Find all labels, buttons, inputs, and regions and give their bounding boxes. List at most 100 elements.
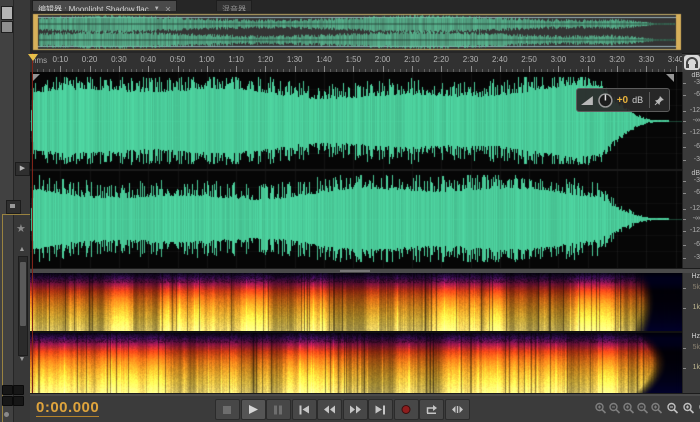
- rewind-button[interactable]: [317, 399, 342, 420]
- zoom-in-left-edge-button[interactable]: [665, 402, 679, 415]
- db-scale-tick: [683, 245, 686, 246]
- db-scale-tick: [683, 258, 686, 259]
- fast-forward-icon: [349, 404, 362, 415]
- db-scale-tick: [683, 95, 686, 96]
- gain-hud[interactable]: +0 dB: [576, 88, 670, 112]
- pause-button[interactable]: [266, 399, 291, 420]
- zoom-out-amplitude-icon: [636, 402, 649, 415]
- ruler-tick-label: 2:40: [492, 55, 508, 64]
- pin-icon[interactable]: [654, 95, 665, 106]
- ruler-tick-label: 2:50: [521, 55, 537, 64]
- zoom-in-time-button[interactable]: [593, 402, 607, 415]
- db-scale-tick: [683, 219, 686, 220]
- ruler-tick-label: 1:30: [287, 55, 303, 64]
- db-scale-title: dB: [683, 170, 700, 177]
- skip-to-end-button[interactable]: [368, 399, 393, 420]
- db-scale-tick: [683, 181, 686, 182]
- loop-playback-button[interactable]: [419, 399, 444, 420]
- skip-to-start-button[interactable]: [292, 399, 317, 420]
- top-left-grabber-icon[interactable]: [32, 74, 40, 82]
- timeline-ruler[interactable]: hms 0:100:200:300:400:501:001:101:201:30…: [30, 53, 682, 73]
- ruler-tick-label: 0:50: [170, 55, 186, 64]
- frequency-scale[interactable]: Hz5k1kHz5k1k: [682, 273, 700, 393]
- editor-panel: 编辑器 : Moonlight Shadow.flac ▼ ✕ 混音器 hms …: [30, 0, 700, 422]
- skip-selection-button[interactable]: [445, 399, 470, 420]
- db-scale-tick: [683, 83, 686, 84]
- spectral-channel-divider: [30, 331, 682, 333]
- ruler-tick-label: 3:10: [580, 55, 596, 64]
- zoom-in-amplitude-button[interactable]: [621, 402, 635, 415]
- ruler-tick-label: 3:20: [609, 55, 625, 64]
- stop-button[interactable]: [215, 399, 240, 420]
- ruler-tick-label: 2:00: [375, 55, 391, 64]
- playhead-marker-icon[interactable]: [28, 54, 38, 66]
- fast-forward-button[interactable]: [343, 399, 368, 420]
- rewind-icon: [323, 404, 336, 415]
- overview-strip[interactable]: [30, 11, 700, 54]
- panel-tab-bar: 编辑器 : Moonlight Shadow.flac ▼ ✕ 混音器: [30, 0, 700, 11]
- zoom-reset-icon: [650, 402, 663, 415]
- amplitude-scale[interactable]: dB-3-6-12-∞-12-6-3dB-3-6-12-∞-12-6-3: [682, 72, 700, 268]
- divider-grip-icon[interactable]: [340, 270, 370, 272]
- ruler-tick-label: 1:40: [316, 55, 332, 64]
- time-display[interactable]: 0:00.000: [36, 399, 99, 417]
- freq-scale-title: Hz: [683, 273, 700, 280]
- overview-waveform[interactable]: [30, 11, 700, 53]
- stop-icon: [221, 404, 234, 415]
- scrollbar-down-icon[interactable]: ▼: [17, 355, 27, 365]
- ruler-tick-label: 0:10: [53, 55, 69, 64]
- preview-play-button[interactable]: ▶: [15, 162, 30, 176]
- record-button[interactable]: [394, 399, 419, 420]
- skip-selection-icon: [451, 404, 464, 415]
- panel-scrollbar[interactable]: [18, 256, 28, 356]
- ruler-tick-label: 1:50: [346, 55, 362, 64]
- scrollbar-up-icon[interactable]: ▲: [17, 245, 27, 255]
- play-button[interactable]: [241, 399, 266, 420]
- panel-edge-button[interactable]: [1, 21, 13, 33]
- volume-ramp-icon: [581, 95, 594, 106]
- tab-editor[interactable]: 编辑器 : Moonlight Shadow.flac ▼ ✕: [32, 0, 177, 11]
- zoom-in-right-edge-button[interactable]: [681, 402, 695, 415]
- panel-view-button[interactable]: [6, 200, 21, 214]
- db-scale-tick: [683, 160, 686, 161]
- zoom-reset-button[interactable]: [649, 402, 663, 415]
- close-icon[interactable]: ✕: [165, 3, 172, 12]
- media-icon[interactable]: [13, 396, 24, 406]
- ruler-tick-label: 2:10: [404, 55, 420, 64]
- spectral-display-right[interactable]: [30, 333, 682, 393]
- ruler-tick-label: 3:30: [639, 55, 655, 64]
- chevron-down-icon[interactable]: ▼: [154, 3, 160, 12]
- gain-knob[interactable]: [598, 93, 613, 108]
- status-dot-icon: [4, 412, 9, 417]
- db-scale-tick: [683, 111, 686, 112]
- ruler-tick-label: 1:20: [258, 55, 274, 64]
- db-scale-tick: [683, 231, 686, 232]
- zoom-in-right-edge-icon: [682, 402, 695, 415]
- zoom-in-left-edge-icon: [666, 402, 679, 415]
- freq-scale-tick: [683, 288, 686, 289]
- zoom-in-amplitude-icon: [622, 402, 635, 415]
- zoom-out-time-button[interactable]: [607, 402, 621, 415]
- media-icon[interactable]: [2, 396, 13, 406]
- media-icon[interactable]: [13, 385, 24, 395]
- gain-unit-label: dB: [632, 95, 643, 105]
- db-scale-tick: [683, 147, 686, 148]
- db-scale-tick: [683, 209, 686, 210]
- spectral-display-left[interactable]: [30, 273, 682, 331]
- db-scale-tick: [683, 121, 686, 122]
- zoom-out-amplitude-button[interactable]: [635, 402, 649, 415]
- ruler-tick-label: 1:00: [199, 55, 215, 64]
- ruler-options-icon[interactable]: [684, 55, 700, 70]
- ruler-tick-label: 2:20: [433, 55, 449, 64]
- panel-view-icon: [10, 204, 15, 208]
- panel-edge-button[interactable]: [1, 6, 13, 20]
- zoom-out-time-icon: [608, 402, 621, 415]
- hud-separator: [649, 92, 650, 108]
- media-icon[interactable]: [2, 385, 13, 395]
- scrollbar-thumb[interactable]: [19, 261, 27, 327]
- gain-value[interactable]: +0: [617, 95, 628, 106]
- skip-to-end-icon: [374, 404, 387, 415]
- audio-editor-window: ▶ ★ ▲ ▼ 编辑器 : Moonlight Shadow.flac ▼ ✕ …: [0, 0, 700, 422]
- tab-mixer[interactable]: 混音器: [216, 0, 252, 11]
- top-right-grabber-icon[interactable]: [666, 74, 674, 82]
